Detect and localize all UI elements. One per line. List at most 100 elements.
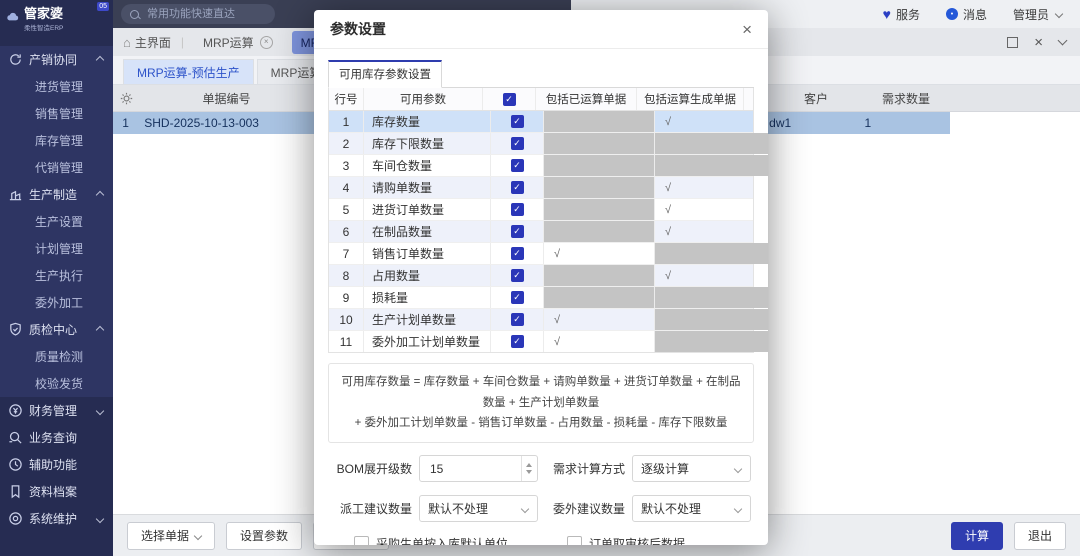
checkbox-checked-icon[interactable]: ✓ (511, 137, 524, 150)
param-table-row[interactable]: 10生产计划单数量✓√ (329, 309, 753, 331)
include-calculated-cell-disabled (544, 199, 655, 220)
search-input[interactable] (145, 7, 249, 21)
param-table-row[interactable]: 4请购单数量✓√ (329, 177, 753, 199)
sidebar-item-质检中心[interactable]: 质检中心 (0, 316, 113, 343)
sidebar-item-label: 产销协同 (29, 51, 77, 68)
subtab-mrp-estimate[interactable]: MRP运算-预估生产 (123, 59, 254, 84)
include-generated-cell[interactable]: √ (655, 177, 768, 198)
param-table-row[interactable]: 1库存数量✓√ (329, 111, 753, 133)
demand-calc-select[interactable]: 逐级计算 (632, 455, 751, 482)
message-menu[interactable]: • 消息 (946, 6, 987, 23)
include-calculated-cell[interactable]: √ (544, 331, 655, 352)
sidebar-item-业务查询[interactable]: 业务查询 (0, 424, 113, 451)
sidebar-item-财务管理[interactable]: 财务管理 (0, 397, 113, 424)
checkbox-checked-icon[interactable]: ✓ (511, 313, 524, 326)
select-all-checkbox[interactable]: ✓ (503, 93, 516, 106)
checkbox-checked-icon[interactable]: ✓ (511, 115, 524, 128)
sidebar-group: 系统维护 (0, 505, 113, 532)
col-customer[interactable]: 客户 (770, 90, 862, 107)
order-audited-checkbox[interactable]: 订单取审核后数据 (567, 535, 754, 545)
formula-box: 可用库存数量 = 库存数量 + 车间仓数量 + 请购单数量 + 进货订单数量 +… (328, 363, 754, 443)
tab-stock-params[interactable]: 可用库存参数设置 (328, 60, 442, 88)
sidebar-item-资料档案[interactable]: 资料档案 (0, 478, 113, 505)
check-mark: √ (665, 116, 671, 128)
sidebar-item-销售管理[interactable]: 销售管理 (0, 100, 113, 127)
collapse-icon[interactable] (1058, 36, 1068, 46)
shield-icon (8, 322, 23, 337)
sidebar-item-库存管理[interactable]: 库存管理 (0, 127, 113, 154)
maximize-icon[interactable] (1007, 37, 1018, 48)
checkbox-checked-icon[interactable]: ✓ (511, 291, 524, 304)
param-table-row[interactable]: 5进货订单数量✓√ (329, 199, 753, 221)
close-window-icon[interactable]: × (1034, 35, 1043, 50)
col-doc-number[interactable]: 单据编号 (139, 90, 314, 107)
col-include-generated: 包括运算生成单据 (637, 88, 744, 110)
sidebar-item-代销管理[interactable]: 代销管理 (0, 154, 113, 181)
set-params-button[interactable]: 设置参数 (226, 522, 302, 550)
include-calculated-cell[interactable]: √ (544, 243, 655, 264)
quick-search[interactable] (121, 4, 275, 24)
param-table-row[interactable]: 8占用数量✓√ (329, 265, 753, 287)
sidebar-item-计划管理[interactable]: 计划管理 (0, 235, 113, 262)
include-generated-cell[interactable]: √ (655, 221, 768, 242)
sidebar-item-产销协同[interactable]: 产销协同 (0, 46, 113, 73)
home-icon: ⌂ (123, 35, 131, 50)
outsource-qty-field: 委外建议数量 默认不处理 (541, 495, 754, 522)
sidebar-item-生产执行[interactable]: 生产执行 (0, 262, 113, 289)
param-table-body: 1库存数量✓√2库存下限数量✓3车间仓数量✓4请购单数量✓√5进货订单数量✓√6… (329, 111, 753, 352)
sidebar-item-生产设置[interactable]: 生产设置 (0, 208, 113, 235)
checkbox-checked-icon[interactable]: ✓ (511, 159, 524, 172)
dialog-body: 可用库存参数设置 行号 可用参数 ✓ 包括已运算单据 包括运算生成单据 1库存数… (314, 49, 768, 545)
user-menu[interactable]: 管理员 (1013, 6, 1062, 23)
select-doc-button[interactable]: 选择单据 (127, 522, 215, 550)
sidebar-item-进货管理[interactable]: 进货管理 (0, 73, 113, 100)
col-demand-qty[interactable]: 需求数量 (862, 90, 950, 107)
include-calculated-cell[interactable]: √ (544, 309, 655, 330)
close-tab-icon[interactable]: × (260, 36, 273, 49)
param-table: 行号 可用参数 ✓ 包括已运算单据 包括运算生成单据 1库存数量✓√2库存下限数… (328, 88, 754, 353)
sidebar-item-label: 辅助功能 (29, 456, 77, 473)
checkbox-checked-icon[interactable]: ✓ (511, 335, 524, 348)
dispatch-qty-field: 派工建议数量 默认不处理 (328, 495, 541, 522)
sidebar-item-委外加工[interactable]: 委外加工 (0, 289, 113, 316)
dispatch-qty-select[interactable]: 默认不处理 (419, 495, 538, 522)
sidebar-item-质量检测[interactable]: 质量检测 (0, 343, 113, 370)
bom-level-stepper[interactable] (419, 455, 538, 482)
finance-icon (8, 403, 23, 418)
checkbox-checked-icon[interactable]: ✓ (511, 203, 524, 216)
param-select-cell: ✓ (491, 221, 544, 242)
exit-button[interactable]: 退出 (1014, 522, 1066, 550)
checkbox-checked-icon[interactable]: ✓ (511, 181, 524, 194)
service-menu[interactable]: ♥ 服务 (883, 6, 920, 23)
sidebar-item-校验发货[interactable]: 校验发货 (0, 370, 113, 397)
tab-home[interactable]: ⌂ 主界面 (123, 34, 171, 51)
checkbox-checked-icon[interactable]: ✓ (511, 225, 524, 238)
param-table-row[interactable]: 11委外加工计划单数量✓√ (329, 331, 753, 352)
param-table-row[interactable]: 6在制品数量✓√ (329, 221, 753, 243)
checkbox-checked-icon[interactable]: ✓ (511, 269, 524, 282)
sidebar-item-系统维护[interactable]: 系统维护 (0, 505, 113, 532)
calculate-button[interactable]: 计算 (951, 522, 1003, 550)
param-select-cell: ✓ (491, 309, 544, 330)
param-table-row[interactable]: 7销售订单数量✓√ (329, 243, 753, 265)
param-table-row[interactable]: 9损耗量✓ (329, 287, 753, 309)
param-table-row[interactable]: 3车间仓数量✓ (329, 155, 753, 177)
include-generated-cell[interactable]: √ (655, 265, 768, 286)
sidebar-item-生产制造[interactable]: 生产制造 (0, 181, 113, 208)
dialog-close-icon[interactable]: × (742, 21, 752, 38)
param-table-row[interactable]: 2库存下限数量✓ (329, 133, 753, 155)
grid-settings-gear-icon[interactable] (113, 92, 139, 105)
sidebar-item-辅助功能[interactable]: 辅助功能 (0, 451, 113, 478)
purchase-unit-checkbox[interactable]: 采购生单按入库默认单位 (354, 535, 541, 545)
sidebar: 管家婆 柔性智造ERP 05 产销协同进货管理销售管理库存管理代销管理生产制造生… (0, 0, 113, 556)
include-generated-cell[interactable]: √ (655, 199, 768, 220)
include-generated-cell[interactable]: √ (655, 111, 768, 132)
spinner-arrows-icon[interactable] (521, 456, 536, 481)
outsource-qty-select[interactable]: 默认不处理 (632, 495, 751, 522)
col-available-param: 可用参数 (364, 88, 483, 110)
row-no-cell: 6 (329, 221, 364, 242)
tab-mrp[interactable]: MRP运算 × (194, 31, 282, 54)
bom-level-input[interactable] (428, 461, 502, 477)
param-name-cell: 占用数量 (364, 265, 491, 286)
checkbox-checked-icon[interactable]: ✓ (511, 247, 524, 260)
